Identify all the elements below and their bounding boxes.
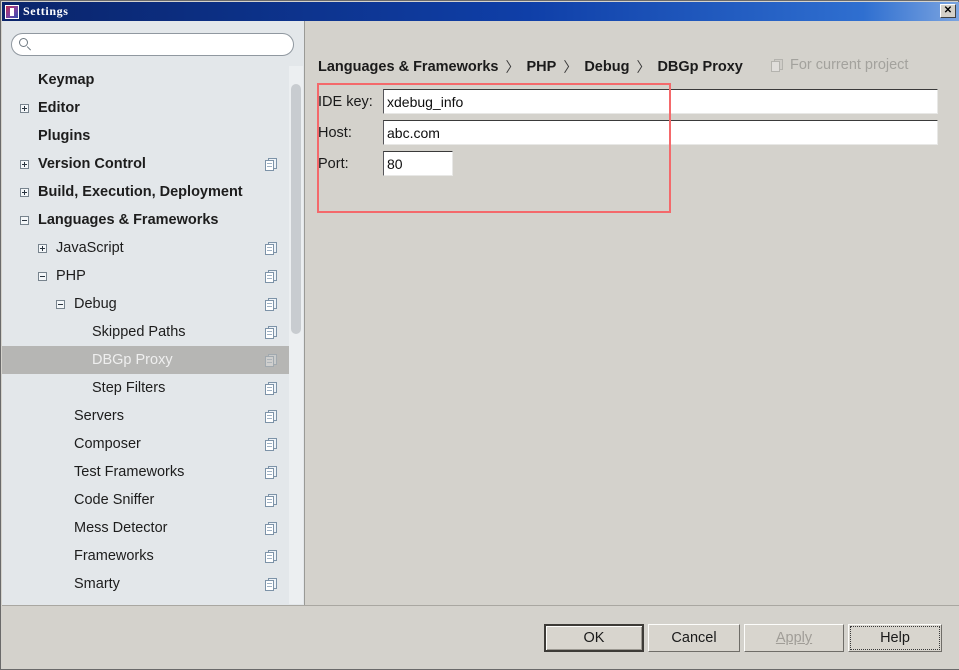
port-label: Port: [318, 155, 349, 172]
ok-button[interactable]: OK [544, 624, 644, 652]
ide-key-input[interactable] [383, 89, 938, 114]
expand-icon[interactable] [38, 243, 47, 253]
sidebar-item-label: JavaScript [56, 240, 124, 256]
breadcrumb-separator: 〉 [636, 59, 651, 75]
sidebar-item-label: Composer [74, 436, 141, 452]
sidebar-item-label: PHP [56, 268, 86, 284]
copy-settings-icon[interactable] [265, 437, 278, 451]
sidebar-item-label: Mess Detector [74, 520, 168, 536]
breadcrumb-separator: 〉 [563, 59, 578, 75]
sidebar-item-debug[interactable]: Debug [2, 290, 290, 318]
search-icon [19, 38, 32, 51]
sidebar-item-php[interactable]: PHP [2, 262, 290, 290]
sidebar-item-label: Version Control [38, 156, 146, 172]
breadcrumb-item[interactable]: PHP [527, 59, 557, 75]
sidebar-item-editor[interactable]: Editor [2, 94, 290, 122]
ide-key-row: IDE key: [318, 89, 938, 114]
collapse-icon[interactable] [20, 215, 29, 225]
sidebar-item-label: Servers [74, 408, 124, 424]
breadcrumb-item[interactable]: Languages & Frameworks [318, 59, 499, 75]
settings-content-pane: Languages & Frameworks 〉 PHP 〉 Debug 〉 DBGp Pr… [305, 21, 959, 605]
cancel-button[interactable]: Cancel [648, 624, 740, 652]
sidebar-item-label: Languages & Frameworks [38, 212, 219, 228]
window-title: Settings [23, 4, 69, 18]
sidebar-item-frameworks[interactable]: Frameworks [2, 542, 290, 570]
sidebar-item-label: Frameworks [74, 548, 154, 564]
sidebar-item-languages-frameworks[interactable]: Languages & Frameworks [2, 206, 290, 234]
breadcrumb-item[interactable]: DBGp Proxy [657, 59, 742, 75]
sidebar-scrollbar-thumb[interactable] [291, 84, 301, 334]
scope-label-text: For current project [790, 57, 909, 73]
sidebar-item-mess-detector[interactable]: Mess Detector [2, 514, 290, 542]
settings-sidebar: Keymap Editor Plugins Version Control Build,… [2, 21, 305, 605]
app-icon [5, 4, 19, 19]
project-scope-icon [771, 58, 784, 72]
host-input[interactable] [383, 120, 938, 145]
sidebar-item-label: Keymap [38, 72, 95, 88]
sidebar-scrollbar-track[interactable] [289, 66, 303, 604]
host-label: Host: [318, 124, 352, 141]
copy-settings-icon[interactable] [265, 381, 278, 395]
scope-indicator: For current project [771, 57, 908, 73]
expand-icon[interactable] [20, 159, 29, 169]
sidebar-item-javascript[interactable]: JavaScript [2, 234, 290, 262]
copy-settings-icon[interactable] [265, 465, 278, 479]
copy-settings-icon[interactable] [265, 241, 278, 255]
sidebar-item-label: Editor [38, 100, 80, 116]
apply-button[interactable]: Apply [744, 624, 844, 652]
sidebar-item-label: Step Filters [92, 380, 166, 396]
sidebar-item-composer[interactable]: Composer [2, 430, 290, 458]
search-box[interactable] [11, 33, 294, 56]
copy-settings-icon[interactable] [265, 353, 278, 367]
sidebar-item-label: DBGp Proxy [92, 352, 173, 368]
sidebar-item-label: Code Sniffer [74, 492, 155, 508]
copy-settings-icon[interactable] [265, 297, 278, 311]
title-bar: Settings ✕ [2, 2, 959, 21]
apply-button-label: Apply [775, 630, 813, 646]
sidebar-item-keymap[interactable]: Keymap [2, 66, 290, 94]
sidebar-item-step-filters[interactable]: Step Filters [2, 374, 290, 402]
copy-settings-icon[interactable] [265, 521, 278, 535]
sidebar-item-label: Skipped Paths [92, 324, 186, 340]
settings-tree: Keymap Editor Plugins Version Control Build,… [2, 66, 290, 604]
sidebar-item-label: Test Frameworks [74, 464, 185, 480]
sidebar-item-smarty[interactable]: Smarty [2, 570, 290, 598]
port-row: Port: [318, 151, 453, 176]
collapse-icon[interactable] [38, 271, 47, 281]
breadcrumb: Languages & Frameworks 〉 PHP 〉 Debug 〉 DBGp Pr… [318, 57, 743, 77]
sidebar-item-test-frameworks[interactable]: Test Frameworks [2, 458, 290, 486]
host-row: Host: [318, 120, 938, 145]
copy-settings-icon[interactable] [265, 549, 278, 563]
close-icon[interactable]: ✕ [940, 4, 956, 18]
sidebar-item-servers[interactable]: Servers [2, 402, 290, 430]
sidebar-item-dbgp-proxy[interactable]: DBGp Proxy [2, 346, 290, 374]
sidebar-item-skipped-paths[interactable]: Skipped Paths [2, 318, 290, 346]
sidebar-item-version-control[interactable]: Version Control [2, 150, 290, 178]
search-input[interactable] [36, 37, 276, 52]
copy-settings-icon[interactable] [265, 409, 278, 423]
collapse-icon[interactable] [56, 299, 65, 309]
help-button[interactable]: Help [848, 624, 942, 652]
settings-window: Settings ✕ Keymap Editor Plugins Version Co… [0, 0, 959, 670]
expand-icon[interactable] [20, 103, 29, 113]
dialog-footer: OK Cancel Apply Help [2, 605, 959, 669]
ide-key-label: IDE key: [318, 93, 373, 110]
copy-settings-icon[interactable] [265, 577, 278, 591]
sidebar-item-code-sniffer[interactable]: Code Sniffer [2, 486, 290, 514]
sidebar-item-label: Plugins [38, 128, 91, 144]
search-field-wrapper [11, 33, 294, 56]
copy-settings-icon[interactable] [265, 157, 278, 171]
sidebar-item-label: Debug [74, 296, 117, 312]
sidebar-item-plugins[interactable]: Plugins [2, 122, 290, 150]
sidebar-item-label: Smarty [74, 576, 120, 592]
sidebar-item-label: Build, Execution, Deployment [38, 184, 243, 200]
breadcrumb-item[interactable]: Debug [584, 59, 629, 75]
copy-settings-icon[interactable] [265, 325, 278, 339]
expand-icon[interactable] [20, 187, 29, 197]
copy-settings-icon[interactable] [265, 493, 278, 507]
port-input[interactable] [383, 151, 453, 176]
sidebar-item-build-execution-deployment[interactable]: Build, Execution, Deployment [2, 178, 290, 206]
copy-settings-icon[interactable] [265, 269, 278, 283]
breadcrumb-separator: 〉 [505, 59, 520, 75]
